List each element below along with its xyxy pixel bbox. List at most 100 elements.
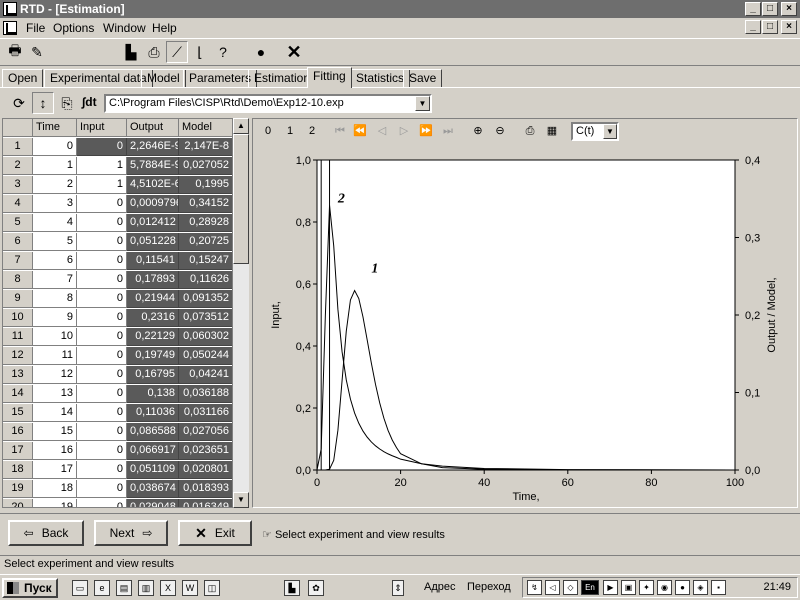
model-cell[interactable]: 0,018393 bbox=[179, 480, 232, 498]
tab-statistics[interactable]: Statistics bbox=[350, 69, 411, 88]
rewind-icon[interactable]: ⏪ bbox=[351, 123, 369, 141]
minimize-icon[interactable]: _ bbox=[745, 2, 761, 16]
row-number[interactable]: 19 bbox=[3, 480, 33, 498]
exit-button[interactable]: ✕ Exit bbox=[178, 520, 252, 546]
doc-restore-icon[interactable]: □ bbox=[762, 20, 778, 34]
time-cell[interactable]: 0 bbox=[33, 138, 77, 156]
model-cell[interactable]: 0,027056 bbox=[179, 423, 232, 441]
chart-icon[interactable]: ▙ bbox=[120, 41, 142, 63]
tray-antivirus-icon[interactable]: ● bbox=[675, 580, 690, 595]
output-cell[interactable]: 4,5102E-6 bbox=[127, 176, 179, 194]
output-cell[interactable]: 0,19749 bbox=[127, 347, 179, 365]
model-cell[interactable]: 0,050244 bbox=[179, 347, 232, 365]
model-cell[interactable]: 0,073512 bbox=[179, 309, 232, 327]
row-number[interactable]: 13 bbox=[3, 366, 33, 384]
quicklaunch-app-icon[interactable]: ◫ bbox=[204, 580, 220, 596]
quicklaunch-excel-icon[interactable]: X bbox=[160, 580, 176, 596]
row-number[interactable]: 15 bbox=[3, 404, 33, 422]
model-cell[interactable]: 2,147E-8 bbox=[179, 138, 232, 156]
curve-icon[interactable]: ⌊ bbox=[189, 41, 211, 63]
doc-close-icon[interactable]: × bbox=[781, 20, 797, 34]
row-number[interactable]: 17 bbox=[3, 442, 33, 460]
time-cell[interactable]: 10 bbox=[33, 328, 77, 346]
menu-window[interactable]: Window bbox=[103, 21, 146, 35]
row-number[interactable]: 3 bbox=[3, 176, 33, 194]
chart-tab-2[interactable]: 2 bbox=[303, 123, 321, 141]
back-button[interactable]: ⇦ Back bbox=[8, 520, 84, 546]
delete-icon[interactable]: ✎ bbox=[26, 41, 48, 63]
output-cell[interactable]: 0,00097967 bbox=[127, 195, 179, 213]
tab-model[interactable]: Model bbox=[141, 69, 186, 88]
scroll-down-icon[interactable]: ▼ bbox=[233, 492, 249, 508]
time-cell[interactable]: 14 bbox=[33, 404, 77, 422]
model-cell[interactable]: 0,027052 bbox=[179, 157, 232, 175]
input-cell[interactable]: 0 bbox=[77, 252, 127, 270]
print-chart-icon[interactable]: ⎙ bbox=[521, 123, 539, 141]
refresh-icon[interactable]: ⟳ bbox=[8, 92, 30, 114]
input-cell[interactable]: 0 bbox=[77, 499, 127, 507]
time-cell[interactable]: 16 bbox=[33, 442, 77, 460]
input-cell[interactable]: 0 bbox=[77, 271, 127, 289]
fast-forward-icon[interactable]: ⏩ bbox=[417, 123, 435, 141]
chart-tab-0[interactable]: 0 bbox=[259, 123, 277, 141]
model-cell[interactable]: 0,15247 bbox=[179, 252, 232, 270]
row-number[interactable]: 16 bbox=[3, 423, 33, 441]
input-cell[interactable]: 0 bbox=[77, 138, 127, 156]
tab-parameters[interactable]: Parameters bbox=[183, 69, 258, 88]
row-number[interactable]: 18 bbox=[3, 461, 33, 479]
row-number[interactable]: 7 bbox=[3, 252, 33, 270]
model-cell[interactable]: 0,091352 bbox=[179, 290, 232, 308]
time-cell[interactable]: 7 bbox=[33, 271, 77, 289]
input-cell[interactable]: 0 bbox=[77, 233, 127, 251]
model-cell[interactable]: 0,28928 bbox=[179, 214, 232, 232]
last-page-icon[interactable]: ⏭ bbox=[439, 123, 457, 141]
model-cell[interactable]: 0,1995 bbox=[179, 176, 232, 194]
series-dropdown-icon[interactable]: ▼ bbox=[603, 124, 617, 139]
tray-agent-icon[interactable]: ◉ bbox=[657, 580, 672, 595]
input-cell[interactable]: 1 bbox=[77, 176, 127, 194]
input-cell[interactable]: 0 bbox=[77, 290, 127, 308]
time-cell[interactable]: 17 bbox=[33, 461, 77, 479]
input-cell[interactable]: 0 bbox=[77, 366, 127, 384]
tray-play-icon[interactable]: ▶ bbox=[603, 580, 618, 595]
time-cell[interactable]: 12 bbox=[33, 366, 77, 384]
cancel-icon[interactable]: ✕ bbox=[283, 41, 305, 63]
input-cell[interactable]: 0 bbox=[77, 347, 127, 365]
tray-display-icon[interactable]: ◇ bbox=[563, 580, 578, 595]
chart-tab-1[interactable]: 1 bbox=[281, 123, 299, 141]
quicklaunch-doc-icon[interactable]: ▤ bbox=[116, 580, 132, 596]
output-cell[interactable]: 0,11036 bbox=[127, 404, 179, 422]
output-cell[interactable]: 0,066917 bbox=[127, 442, 179, 460]
time-cell[interactable]: 9 bbox=[33, 309, 77, 327]
output-cell[interactable]: 0,17893 bbox=[127, 271, 179, 289]
time-cell[interactable]: 6 bbox=[33, 252, 77, 270]
output-cell[interactable]: 0,16795 bbox=[127, 366, 179, 384]
output-cell[interactable]: 2,2646E-9 bbox=[127, 138, 179, 156]
file-path-combo[interactable]: C:\Program Files\CISP\Rtd\Demo\Exp12-10.… bbox=[104, 94, 432, 113]
tray-app-icon[interactable]: ◈ bbox=[693, 580, 708, 595]
model-cell[interactable]: 0,20725 bbox=[179, 233, 232, 251]
start-button[interactable]: Пуск bbox=[2, 578, 58, 598]
tray-security-icon[interactable]: ✦ bbox=[639, 580, 654, 595]
input-cell[interactable]: 0 bbox=[77, 442, 127, 460]
print-icon[interactable]: ⎙ bbox=[143, 41, 165, 63]
model-cell[interactable]: 0,031166 bbox=[179, 404, 232, 422]
grid-header-output[interactable]: Output bbox=[127, 119, 179, 137]
output-cell[interactable]: 0,22129 bbox=[127, 328, 179, 346]
fit-chart-icon[interactable]: ⟋ bbox=[166, 41, 188, 63]
model-cell[interactable]: 0,016349 bbox=[179, 499, 232, 507]
help-icon[interactable]: ? bbox=[212, 41, 234, 63]
input-cell[interactable]: 0 bbox=[77, 385, 127, 403]
close-icon[interactable]: × bbox=[781, 2, 797, 16]
model-cell[interactable]: 0,023651 bbox=[179, 442, 232, 460]
row-number[interactable]: 11 bbox=[3, 328, 33, 346]
tray-monitor-icon[interactable]: ▣ bbox=[621, 580, 636, 595]
row-number[interactable]: 9 bbox=[3, 290, 33, 308]
model-cell[interactable]: 0,34152 bbox=[179, 195, 232, 213]
input-cell[interactable]: 0 bbox=[77, 461, 127, 479]
output-cell[interactable]: 0,086588 bbox=[127, 423, 179, 441]
go-label[interactable]: Переход bbox=[467, 581, 511, 593]
output-cell[interactable]: 0,051228 bbox=[127, 233, 179, 251]
time-cell[interactable]: 8 bbox=[33, 290, 77, 308]
input-cell[interactable]: 0 bbox=[77, 423, 127, 441]
